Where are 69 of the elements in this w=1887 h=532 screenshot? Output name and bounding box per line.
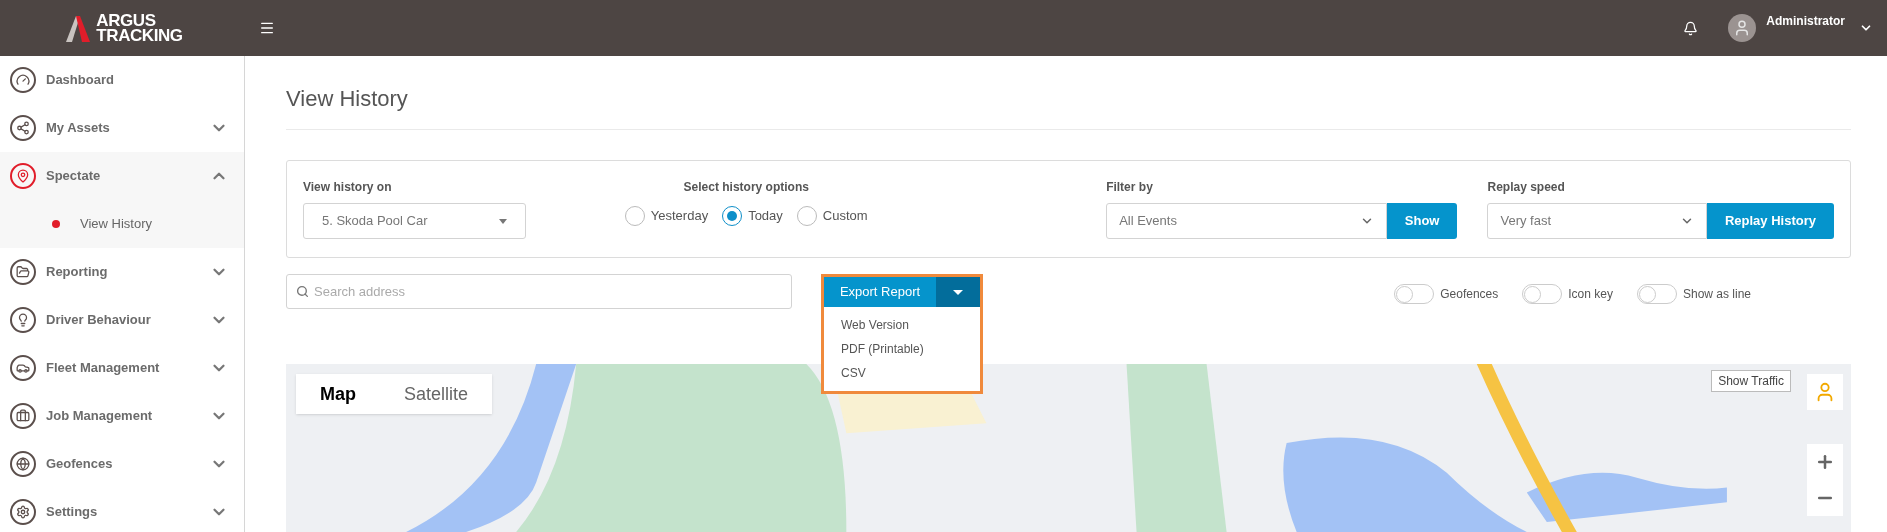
- radio-label: Custom: [822, 207, 868, 226]
- sidebar-label: Dashboard: [46, 71, 115, 90]
- sidebar-item[interactable]: Reporting: [0, 248, 244, 296]
- search-icon: [296, 285, 309, 298]
- event-filter-select[interactable]: All Events: [1106, 203, 1387, 239]
- vehicle-select[interactable]: 5. Skoda Pool Car: [303, 203, 527, 239]
- sidebar-label: Driver Behaviour: [46, 311, 152, 330]
- show-button[interactable]: Show: [1386, 203, 1458, 239]
- map-type-tab[interactable]: Map: [296, 374, 380, 414]
- field-label: Filter by: [1106, 179, 1154, 196]
- sidebar-item[interactable]: Geofences: [0, 440, 244, 488]
- sidebar-label: Job Management: [46, 407, 154, 426]
- logo-text: ARGUS TRACKING: [96, 13, 183, 43]
- field-label: View history on: [303, 179, 393, 196]
- sidebar-item[interactable]: Fleet Management: [0, 344, 244, 392]
- sidebar-label: Reporting: [46, 263, 109, 282]
- settings-icon: [10, 499, 36, 525]
- dropdown-toggle[interactable]: [936, 277, 980, 307]
- search-field[interactable]: Search address: [286, 274, 792, 309]
- radio-option[interactable]: Yesterday: [624, 206, 709, 226]
- map-type-tab[interactable]: Satellite: [380, 374, 493, 414]
- sidebar-item[interactable]: Spectate: [0, 152, 244, 200]
- avatar-icon[interactable]: [1728, 14, 1757, 42]
- sidebar-label: My Assets: [46, 119, 111, 138]
- page-title: View History: [286, 85, 409, 113]
- notifications-icon[interactable]: [1683, 20, 1699, 36]
- pegman-icon[interactable]: [1807, 374, 1843, 410]
- sidebar-label: Spectate: [46, 167, 102, 186]
- show-traffic-button[interactable]: Show Traffic: [1711, 370, 1791, 392]
- toggle-label: Show as line: [1682, 286, 1751, 303]
- globe-icon: [10, 451, 36, 477]
- sidebar-item[interactable]: My Assets: [0, 104, 244, 152]
- car-icon: [10, 355, 36, 381]
- sidebar-label: Fleet Management: [46, 359, 161, 378]
- sidebar-label: Geofences: [46, 455, 114, 474]
- sidebar-item[interactable]: Driver Behaviour: [0, 296, 244, 344]
- gauge-icon: [10, 67, 36, 93]
- sidebar-item[interactable]: Job Management: [0, 392, 244, 440]
- nodes-icon: [10, 115, 36, 141]
- menu-item[interactable]: PDF (Printable): [824, 337, 980, 361]
- menu-item[interactable]: Web Version: [824, 313, 980, 337]
- radio-label: Today: [748, 207, 783, 226]
- sidebar-subitem[interactable]: View History: [0, 200, 244, 248]
- toggle-label: Icon key: [1568, 286, 1613, 303]
- sidebar-item[interactable]: Settings: [0, 488, 244, 532]
- radio-option[interactable]: Today: [722, 206, 783, 226]
- radio-label: Yesterday: [650, 207, 709, 226]
- menu-item[interactable]: CSV: [824, 361, 980, 385]
- caret-icon: [953, 289, 963, 295]
- replay-history-button[interactable]: Replay History: [1706, 203, 1834, 239]
- toggle-switch[interactable]: [1394, 284, 1435, 304]
- speed-select[interactable]: Very fast: [1487, 203, 1707, 239]
- toggle-label: Geofences: [1440, 286, 1499, 303]
- lightbulb-icon: [10, 307, 36, 333]
- sidebar-item[interactable]: Dashboard: [0, 56, 244, 104]
- sidebar-label: View History: [80, 215, 152, 234]
- briefcase-icon: [10, 403, 36, 429]
- map-pin-icon: [10, 163, 36, 189]
- export-report-button[interactable]: Export Report: [824, 277, 936, 307]
- sidebar-label: Settings: [46, 503, 99, 522]
- toggle-switch[interactable]: [1522, 284, 1563, 304]
- field-label: Select history options: [683, 179, 809, 196]
- zoom-in-icon[interactable]: [1815, 452, 1835, 472]
- user-name[interactable]: Administrator: [1766, 12, 1845, 30]
- menu-icon[interactable]: [259, 20, 275, 36]
- radio-option[interactable]: Custom: [796, 206, 868, 226]
- toggle-switch[interactable]: [1636, 284, 1677, 304]
- folder-icon: [10, 259, 36, 285]
- field-label: Replay speed: [1487, 179, 1566, 196]
